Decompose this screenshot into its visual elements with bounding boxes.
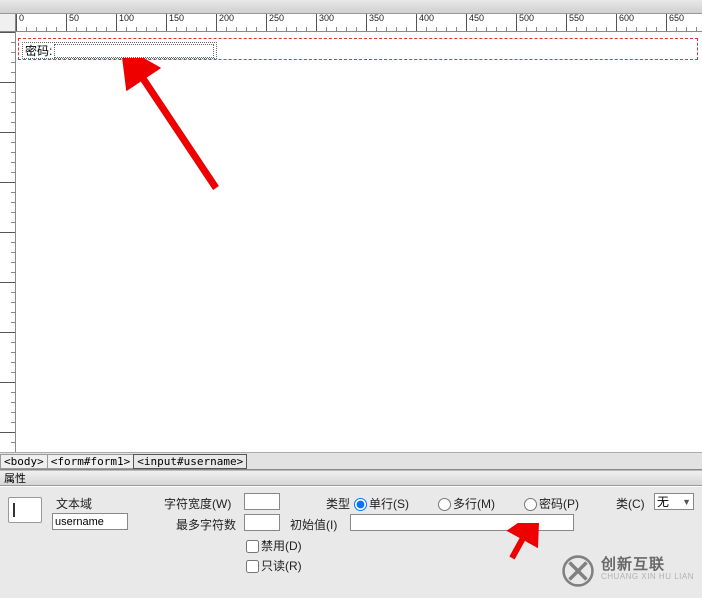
radio-singleline[interactable] [354,498,367,511]
type-password[interactable]: 密码(P) [524,495,579,512]
password-field-container[interactable]: 密码: [22,42,217,59]
tag-selector[interactable]: <body> <form#form1> <input#username> [0,452,702,470]
maxchars-input[interactable] [244,514,280,531]
design-canvas[interactable]: 密码: [16,32,702,452]
form-outline[interactable]: 密码: [18,38,698,60]
properties-panel: 文本域 字符宽度(W) 最多字符数 类型 单行(S) 多行(M) 密码(P) 类… [0,486,702,598]
textfield-icon [8,497,42,523]
tag-form[interactable]: <form#form1> [47,454,134,469]
class-label: 类(C) [616,495,645,512]
chevron-down-icon: ▼ [682,497,691,507]
password-input[interactable] [54,44,214,58]
properties-panel-title: 属性 [0,470,702,486]
app-topbar [0,0,702,14]
charwidth-label: 字符宽度(W) [164,495,231,512]
vertical-ruler [0,32,16,452]
watermark-logo-icon [561,554,595,588]
initval-label: 初始值(I) [290,516,337,533]
annotation-arrow-top [116,58,236,198]
checkbox-readonly[interactable] [246,560,259,573]
radio-password[interactable] [524,498,537,511]
radio-multiline[interactable] [438,498,451,511]
watermark-en: CHUANG XIN HU LIAN [601,571,694,583]
type-singleline[interactable]: 单行(S) [354,495,409,512]
tag-body[interactable]: <body> [0,454,48,469]
type-multiline[interactable]: 多行(M) [438,495,495,512]
watermark: 创新互联 CHUANG XIN HU LIAN [561,554,694,588]
maxchars-label: 最多字符数 [176,516,236,533]
initval-input[interactable] [350,514,574,531]
readonly-option[interactable]: 只读(R) [246,557,302,574]
section-label: 文本域 [56,495,92,512]
field-name-input[interactable] [52,513,128,530]
class-select[interactable]: 无▼ [654,493,694,510]
charwidth-input[interactable] [244,493,280,510]
ruler-corner [0,14,16,32]
type-label: 类型 [326,495,350,512]
watermark-cn: 创新互联 [601,559,694,571]
checkbox-disable[interactable] [246,540,259,553]
horizontal-ruler: 050100150200250300350400450500550600650 [0,14,702,32]
password-label: 密码: [25,42,52,59]
tag-input[interactable]: <input#username> [133,454,247,469]
disable-option[interactable]: 禁用(D) [246,537,302,554]
